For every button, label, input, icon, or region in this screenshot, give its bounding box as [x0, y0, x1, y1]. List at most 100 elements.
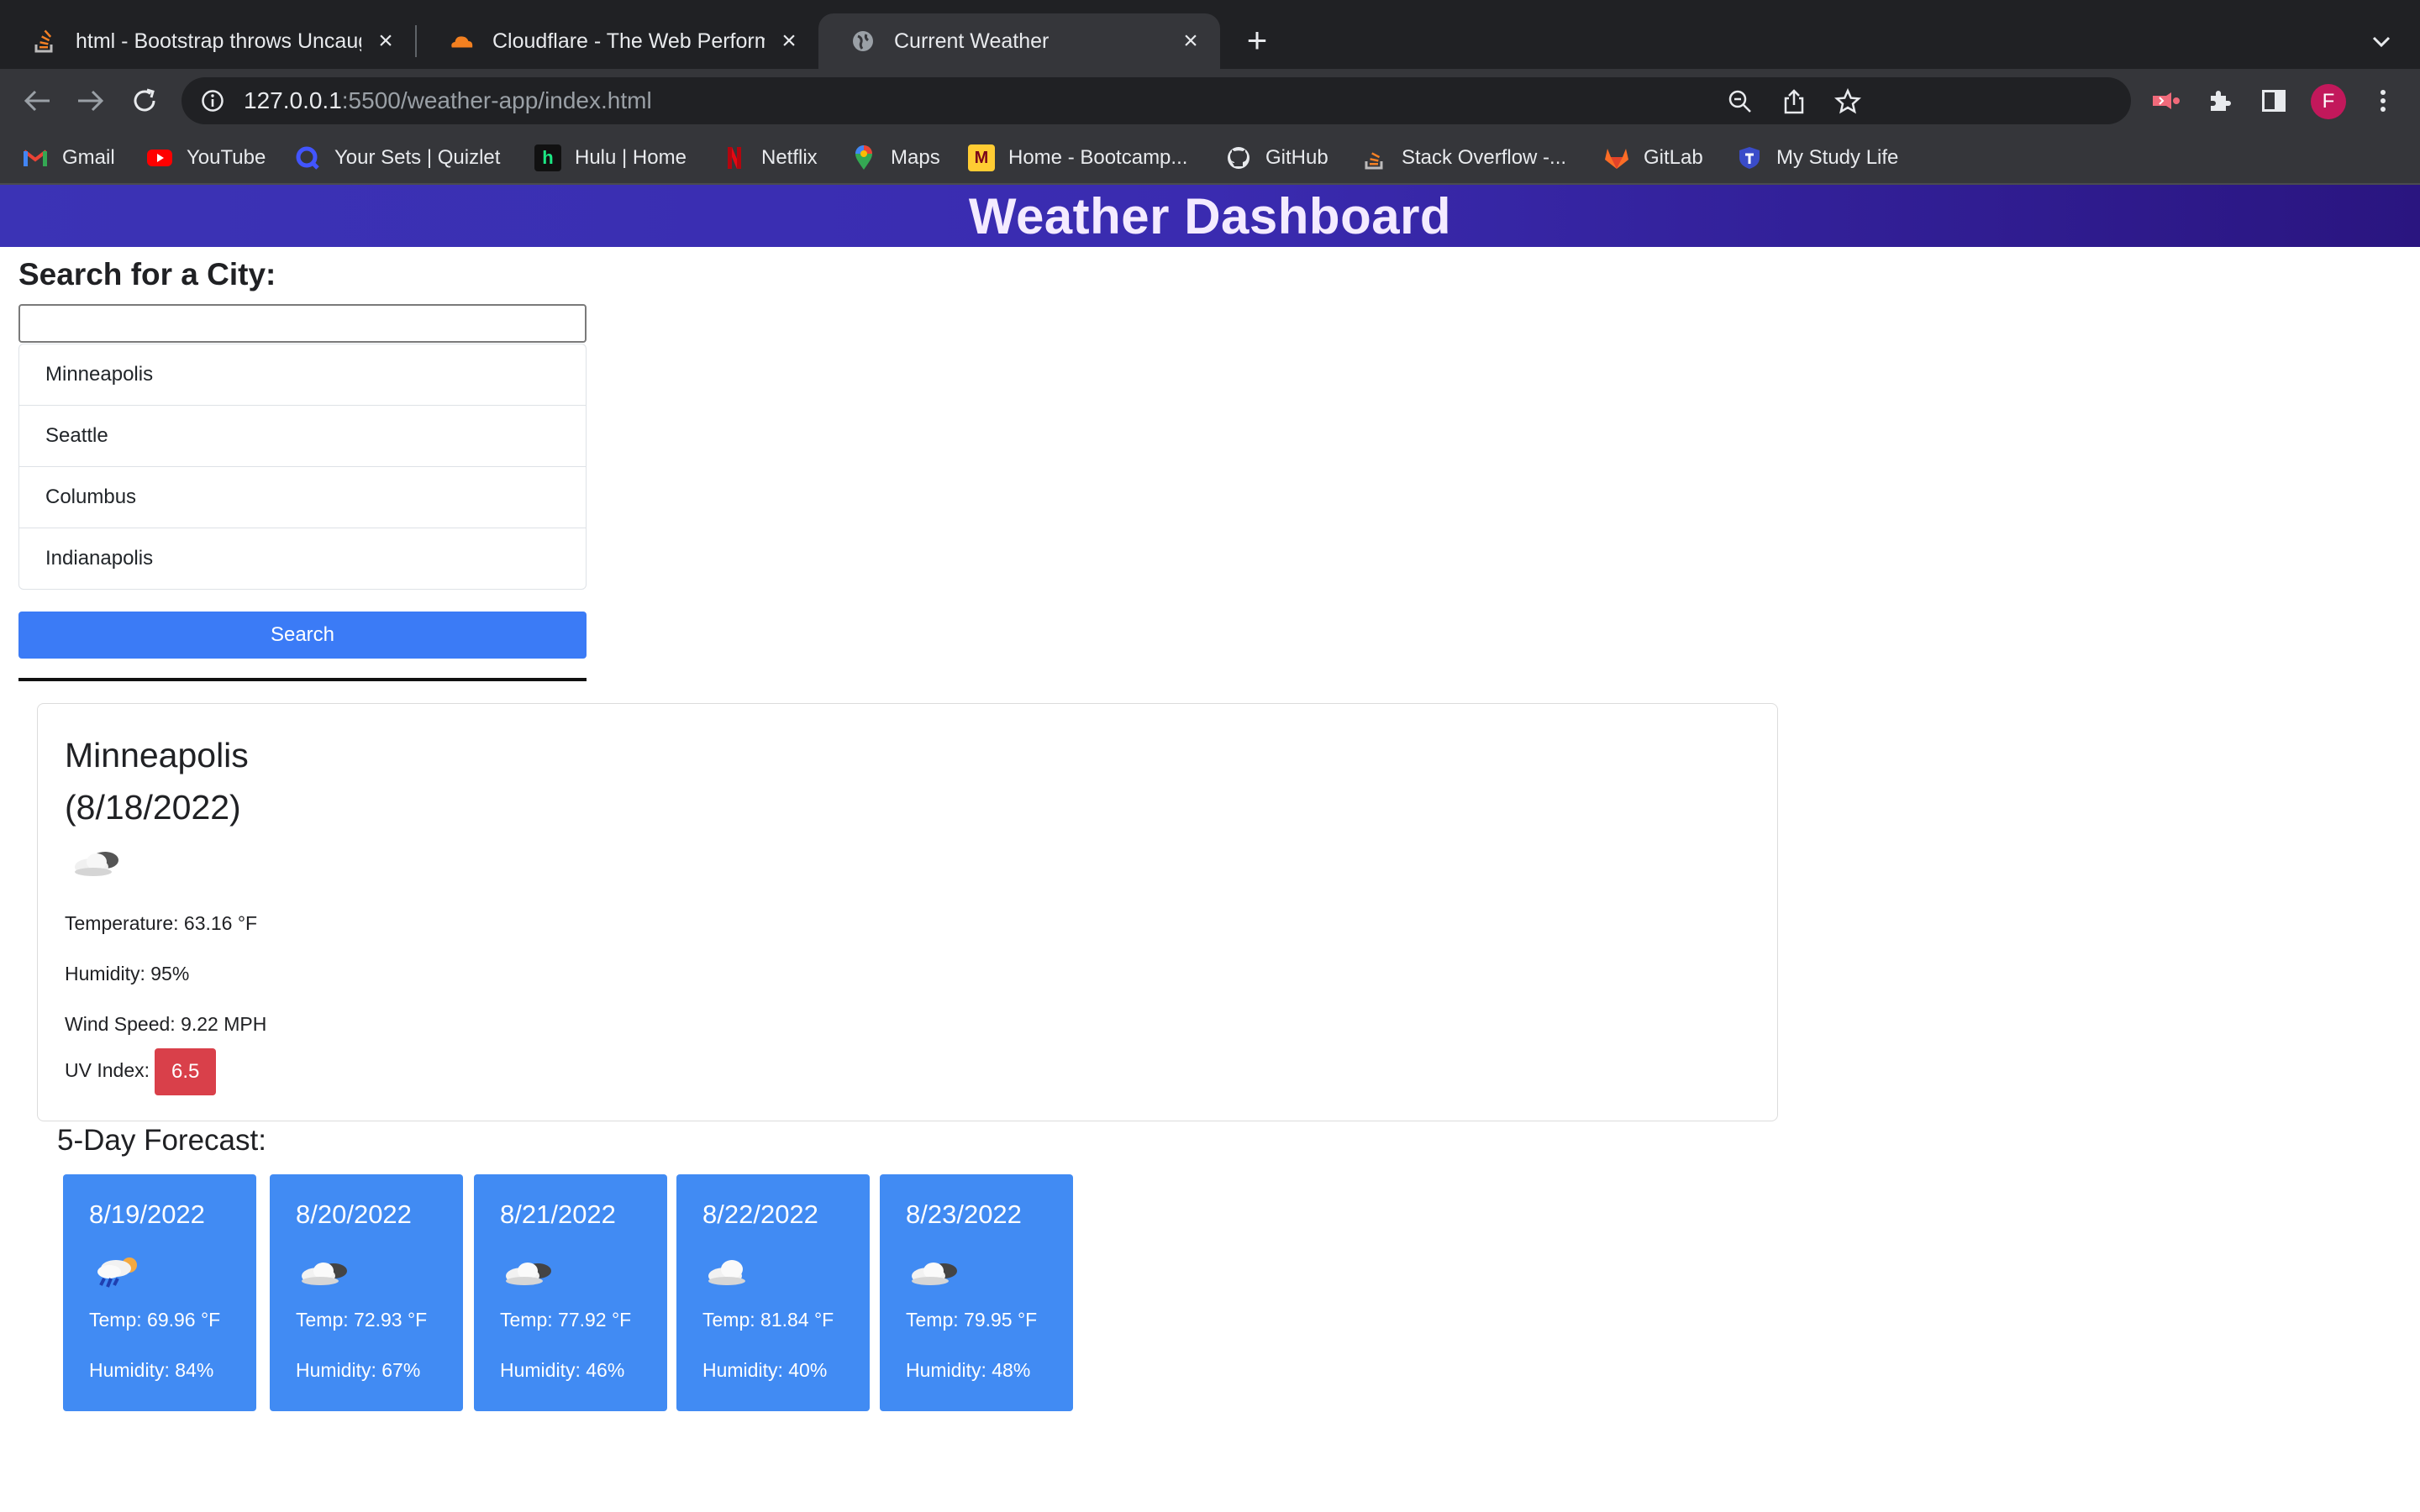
page-header: Weather Dashboard	[0, 185, 2420, 247]
maps-icon	[850, 144, 877, 171]
bookmark-label: Stack Overflow -...	[1402, 146, 1567, 169]
share-icon[interactable]	[1780, 87, 1808, 116]
bookmark-mystudylife[interactable]: My Study Life	[1736, 143, 1898, 173]
puzzle-icon[interactable]	[2203, 84, 2237, 118]
forecast-humidity: Humidity: 48%	[906, 1359, 1031, 1381]
bookmarks-bar: Gmail YouTube Your Sets | Quizlet h Hulu…	[0, 131, 2420, 185]
uv-index-row: UV Index: 6.5	[65, 1048, 217, 1095]
url-path: :5500/weather-app/index.html	[341, 87, 652, 113]
new-tab-button[interactable]: +	[1239, 20, 1276, 60]
url-text: 127.0.0.1:5500/weather-app/index.html	[244, 87, 652, 114]
star-icon[interactable]	[1833, 87, 1862, 116]
bookmark-gitlab[interactable]: GitLab	[1603, 143, 1703, 173]
gitlab-icon	[1603, 144, 1630, 171]
uv-index-label: UV Index:	[65, 1059, 150, 1082]
search-heading: Search for a City:	[18, 257, 276, 291]
city-search-input[interactable]	[18, 304, 587, 343]
search-history-list: Minneapolis Seattle Columbus Indianapoli…	[18, 344, 587, 590]
github-icon	[1225, 144, 1252, 171]
mystudylife-icon	[1736, 144, 1763, 171]
bookmark-hulu[interactable]: h Hulu | Home	[534, 143, 687, 173]
current-humidity: Humidity: 95%	[65, 963, 190, 984]
forecast-humidity: Humidity: 67%	[296, 1359, 421, 1381]
zoom-icon[interactable]	[1726, 87, 1754, 116]
current-weather-card: Minneapolis (8/18/2022) Temperature: 63.1…	[37, 703, 1778, 1121]
hulu-icon: h	[534, 144, 561, 171]
cloud-light-icon	[705, 1252, 759, 1294]
bookmark-label: Maps	[891, 146, 940, 169]
current-city: Minneapolis	[65, 736, 249, 774]
bookmark-gmail[interactable]: Gmail	[22, 143, 115, 173]
forward-arrow-icon[interactable]	[74, 84, 108, 118]
close-icon[interactable]: ×	[776, 27, 802, 55]
bookmark-label: Hulu | Home	[575, 146, 687, 169]
bookmark-label: Your Sets | Quizlet	[334, 146, 501, 169]
bookmark-maps[interactable]: Maps	[850, 143, 940, 173]
rain-sun-icon	[92, 1252, 145, 1294]
forecast-card: 8/20/2022 Temp: 72.93 °F Humidity: 67%	[270, 1174, 463, 1411]
tab-stackoverflow[interactable]: html - Bootstrap throws Uncaught TypeErr…	[0, 13, 415, 69]
side-panel-icon[interactable]	[2257, 84, 2291, 118]
bookmark-label: Home - Bootcamp...	[1008, 146, 1188, 169]
info-icon[interactable]	[200, 88, 225, 113]
browser-toolbar: 127.0.0.1:5500/weather-app/index.html F	[0, 69, 2420, 131]
tab-title: Current Weather	[894, 29, 1050, 53]
search-button[interactable]: Search	[18, 612, 587, 659]
bookmark-netflix[interactable]: Netflix	[721, 143, 818, 173]
extension-icon[interactable]	[2149, 84, 2183, 118]
history-item-seattle[interactable]: Seattle	[19, 406, 586, 467]
bookmark-label: My Study Life	[1776, 146, 1899, 169]
bookmark-label: GitHub	[1265, 146, 1328, 169]
current-city-heading: Minneapolis (8/18/2022)	[65, 729, 249, 833]
forecast-temp: Temp: 81.84 °F	[702, 1309, 834, 1331]
globe-icon	[850, 29, 876, 54]
quizlet-icon	[294, 144, 321, 171]
cloudflare-icon	[449, 29, 474, 54]
address-bar[interactable]: 127.0.0.1:5500/weather-app/index.html	[182, 77, 2131, 124]
bookmark-github[interactable]: GitHub	[1225, 143, 1328, 173]
bookmark-label: GitLab	[1644, 146, 1703, 169]
bookmark-label: YouTube	[187, 146, 266, 169]
kebab-menu-icon[interactable]	[2366, 84, 2400, 118]
avatar[interactable]: F	[2311, 84, 2346, 119]
divider	[18, 678, 587, 681]
bookmark-label: Netflix	[761, 146, 818, 169]
bookmark-label: Gmail	[62, 146, 115, 169]
forecast-temp: Temp: 79.95 °F	[906, 1309, 1038, 1331]
history-item-columbus[interactable]: Columbus	[19, 467, 586, 528]
forecast-card: 8/21/2022 Temp: 77.92 °F Humidity: 46%	[474, 1174, 667, 1411]
current-date: (8/18/2022)	[65, 788, 241, 827]
cloud-icon	[298, 1252, 352, 1294]
chevron-down-icon[interactable]	[2365, 25, 2398, 59]
forecast-card: 8/22/2022 Temp: 81.84 °F Humidity: 40%	[676, 1174, 870, 1411]
close-icon[interactable]: ×	[1178, 27, 1203, 55]
page-title: Weather Dashboard	[968, 187, 1452, 244]
bookmark-quizlet[interactable]: Your Sets | Quizlet	[294, 143, 500, 173]
forecast-temp: Temp: 77.92 °F	[500, 1309, 632, 1331]
forecast-temp: Temp: 72.93 °F	[296, 1309, 428, 1331]
bookmark-youtube[interactable]: YouTube	[146, 143, 266, 173]
close-icon[interactable]: ×	[373, 27, 398, 55]
history-item-minneapolis[interactable]: Minneapolis	[19, 344, 586, 406]
history-item-indianapolis[interactable]: Indianapolis	[19, 528, 586, 589]
back-arrow-icon[interactable]	[20, 84, 54, 118]
bookmark-bootcamp[interactable]: M Home - Bootcamp...	[968, 143, 1187, 173]
cloud-icon	[66, 838, 130, 885]
current-temperature: Temperature: 63.16 °F	[65, 912, 258, 934]
bookmark-stackoverflow[interactable]: Stack Overflow -...	[1361, 143, 1566, 173]
uv-index-badge: 6.5	[155, 1048, 217, 1095]
gmail-icon	[22, 144, 49, 171]
browser-tab-strip: html - Bootstrap throws Uncaught TypeErr…	[0, 0, 2420, 69]
forecast-heading: 5-Day Forecast:	[57, 1124, 266, 1157]
tab-title: html - Bootstrap throws Uncaught TypeErr…	[76, 29, 361, 53]
forecast-card: 8/23/2022 Temp: 79.95 °F Humidity: 48%	[880, 1174, 1073, 1411]
current-wind-speed: Wind Speed: 9.22 MPH	[65, 1013, 267, 1035]
tab-current-weather[interactable]: Current Weather ×	[818, 13, 1220, 69]
stackoverflow-icon	[32, 29, 57, 54]
forecast-date: 8/23/2022	[906, 1200, 1022, 1229]
forecast-date: 8/22/2022	[702, 1200, 818, 1229]
forecast-date: 8/20/2022	[296, 1200, 412, 1229]
cloud-icon	[502, 1252, 556, 1294]
tab-cloudflare[interactable]: Cloudflare - The Web Performance & Secur…	[417, 13, 818, 69]
reload-icon[interactable]	[128, 84, 161, 118]
